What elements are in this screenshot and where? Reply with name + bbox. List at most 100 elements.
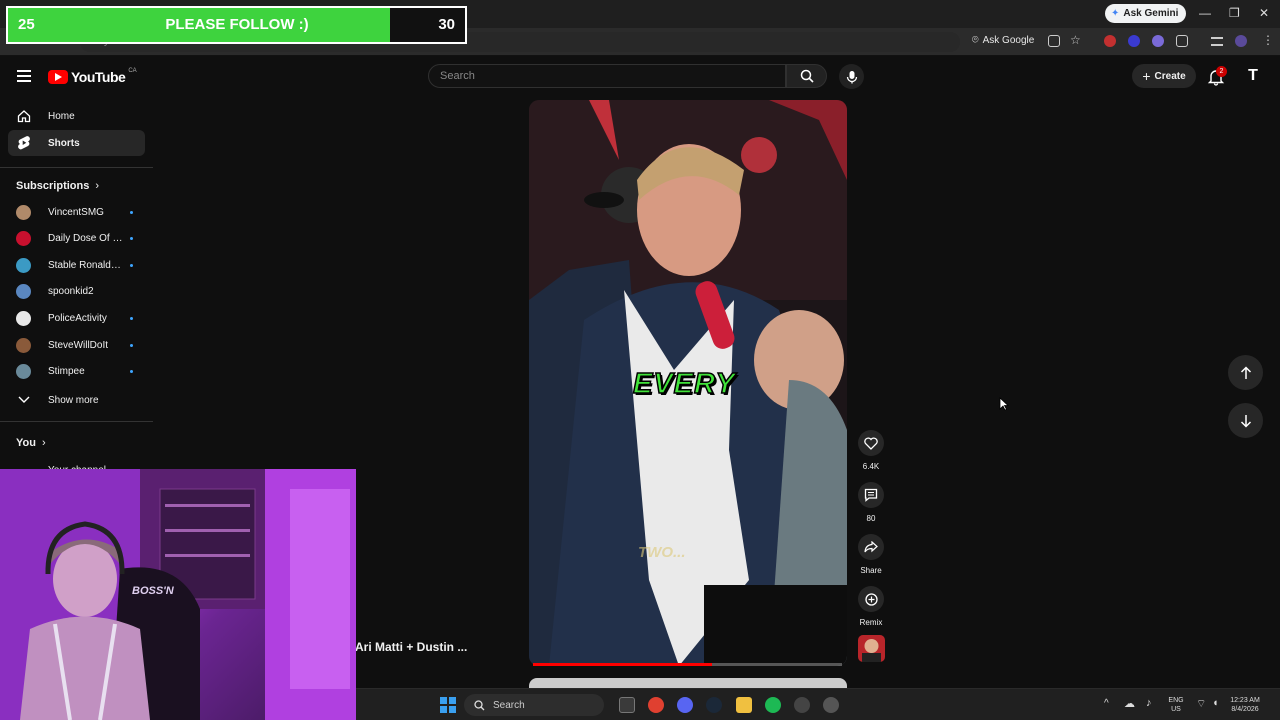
tab-search-icon[interactable] — [1211, 37, 1223, 46]
follow-goal-overlay: 25 PLEASE FOLLOW :) 30 — [6, 6, 467, 44]
ask-google-button[interactable]: ⌾ Ask Google — [972, 34, 1034, 47]
task-view-icon[interactable] — [619, 697, 635, 713]
volume-icon[interactable]: ◖ — [1212, 697, 1219, 709]
ask-gemini-button[interactable]: ✦ Ask Gemini — [1105, 4, 1187, 23]
search-input[interactable]: Search — [428, 64, 786, 88]
video-progress-bar — [533, 663, 713, 666]
search-placeholder: Search — [440, 70, 475, 82]
channel-avatar — [16, 337, 31, 353]
subscription-name: Stable Ronaldo L... — [48, 259, 124, 271]
cloud-icon[interactable]: ☁ — [1124, 697, 1135, 710]
remix-icon — [858, 586, 884, 612]
subscription-item[interactable]: Stimpee — [16, 361, 146, 383]
new-content-dot — [130, 370, 133, 374]
minimize-icon[interactable]: — — [1199, 6, 1211, 20]
extensions-puzzle-icon[interactable] — [1176, 35, 1188, 47]
channel-avatar — [16, 284, 31, 300]
sidebar-item-label: Home — [48, 110, 75, 122]
previous-short-button[interactable] — [1228, 355, 1263, 390]
subscription-item[interactable]: Daily Dose Of Int... — [16, 228, 146, 250]
plus-icon: + — [1142, 68, 1151, 84]
comment-icon — [858, 482, 884, 508]
extension-icon[interactable] — [1152, 35, 1164, 47]
show-more-button[interactable]: Show more — [8, 387, 145, 413]
subscription-item[interactable]: VincentSMG — [16, 201, 146, 223]
next-short-button[interactable] — [1228, 403, 1263, 438]
subscription-name: PoliceActivity — [48, 312, 107, 324]
youtube-logo[interactable]: YouTube CA — [48, 68, 137, 85]
subscription-name: VincentSMG — [48, 206, 104, 218]
create-label: Create — [1154, 70, 1186, 82]
install-app-icon[interactable] — [1048, 35, 1060, 47]
file-explorer-icon[interactable] — [736, 697, 752, 713]
chrome-menu-icon[interactable]: ⋮ — [1262, 33, 1274, 47]
bookmark-star-icon[interactable]: ☆ — [1070, 33, 1081, 47]
subscription-item[interactable]: SteveWillDoIt — [16, 334, 146, 356]
channel-thumbnail[interactable] — [858, 635, 885, 662]
steam-icon[interactable] — [706, 697, 722, 713]
comments-button[interactable]: 80 — [858, 482, 884, 523]
follow-goal-label: PLEASE FOLLOW :) — [165, 16, 309, 33]
extension-icon[interactable] — [1104, 35, 1116, 47]
new-content-dot — [130, 343, 133, 347]
microphone-icon — [846, 70, 857, 83]
sidebar-item-shorts[interactable]: Shorts — [8, 130, 145, 156]
you-heading[interactable]: You › — [16, 437, 46, 449]
spotify-icon[interactable] — [765, 697, 781, 713]
obs-icon[interactable] — [794, 697, 810, 713]
subscription-name: spoonkid2 — [48, 286, 94, 298]
like-button[interactable]: 6.4K — [858, 430, 884, 471]
account-avatar[interactable]: T — [1244, 67, 1262, 85]
chevron-right-icon: › — [95, 180, 100, 192]
taskbar-search-input[interactable]: Search — [464, 694, 604, 716]
arrow-up-icon — [1240, 365, 1251, 379]
youtube-play-icon — [48, 70, 68, 84]
share-icon — [858, 534, 884, 560]
lens-icon: ⌾ — [972, 34, 979, 46]
chevron-down-icon — [16, 392, 32, 408]
app-icon[interactable] — [823, 697, 839, 713]
profile-icon[interactable] — [1235, 35, 1247, 47]
wifi-icon[interactable]: ⌔ — [1196, 697, 1206, 711]
sidebar-item-home[interactable]: Home — [8, 103, 145, 129]
subscription-item[interactable]: PoliceActivity — [16, 307, 146, 329]
svg-text:BOSS'N: BOSS'N — [132, 585, 175, 597]
remix-label: Remix — [859, 618, 883, 627]
webcam-feed: BOSS'N — [0, 469, 356, 720]
channel-avatar — [16, 310, 31, 326]
input-language-top: ENG — [1168, 697, 1184, 704]
input-language-bottom: US — [1171, 706, 1181, 713]
mouse-cursor-icon — [999, 397, 1009, 411]
microphone-tray-icon[interactable]: ♪ — [1146, 697, 1152, 709]
clock[interactable]: 12:23 AM 8/4/2026 — [1224, 696, 1266, 714]
extension-icon[interactable] — [1128, 35, 1140, 47]
input-language[interactable]: ENG US — [1166, 696, 1186, 714]
tray-chevron-up-icon[interactable]: ^ — [1104, 698, 1109, 709]
share-button[interactable]: Share — [858, 534, 884, 575]
shorts-icon — [16, 135, 32, 151]
restore-icon[interactable]: ❐ — [1229, 6, 1240, 20]
subscription-item[interactable]: spoonkid2 — [16, 281, 146, 303]
ask-gemini-label: Ask Gemini — [1123, 8, 1179, 19]
windows-start-icon[interactable] — [440, 697, 456, 713]
hamburger-menu-icon[interactable] — [17, 70, 31, 82]
windows-taskbar: Search ^ ☁ ♪ ENG US ⌔ ◖ 12:23 AM 8/4/202… — [356, 688, 1280, 720]
subscription-name: Stimpee — [48, 366, 85, 378]
discord-icon[interactable] — [677, 697, 693, 713]
channel-avatar — [16, 257, 31, 273]
close-window-icon[interactable]: ✕ — [1259, 6, 1269, 20]
you-heading-label: You — [16, 437, 36, 449]
subscriptions-heading[interactable]: Subscriptions › — [16, 180, 99, 192]
follow-goal-target: 30 — [438, 16, 455, 33]
chrome-icon[interactable] — [648, 697, 664, 713]
short-title[interactable]: Ari Matti + Dustin ... — [355, 640, 467, 654]
subscription-item[interactable]: Stable Ronaldo L... — [16, 254, 146, 276]
search-icon — [474, 699, 485, 710]
sidebar-divider — [0, 167, 153, 168]
remix-button[interactable]: Remix — [858, 586, 884, 627]
create-button[interactable]: + Create — [1132, 64, 1196, 88]
voice-search-button[interactable] — [839, 64, 864, 89]
gemini-sparkle-icon: ✦ — [1111, 8, 1120, 19]
search-button[interactable] — [786, 64, 827, 88]
sidebar-item-label: Shorts — [48, 137, 80, 149]
